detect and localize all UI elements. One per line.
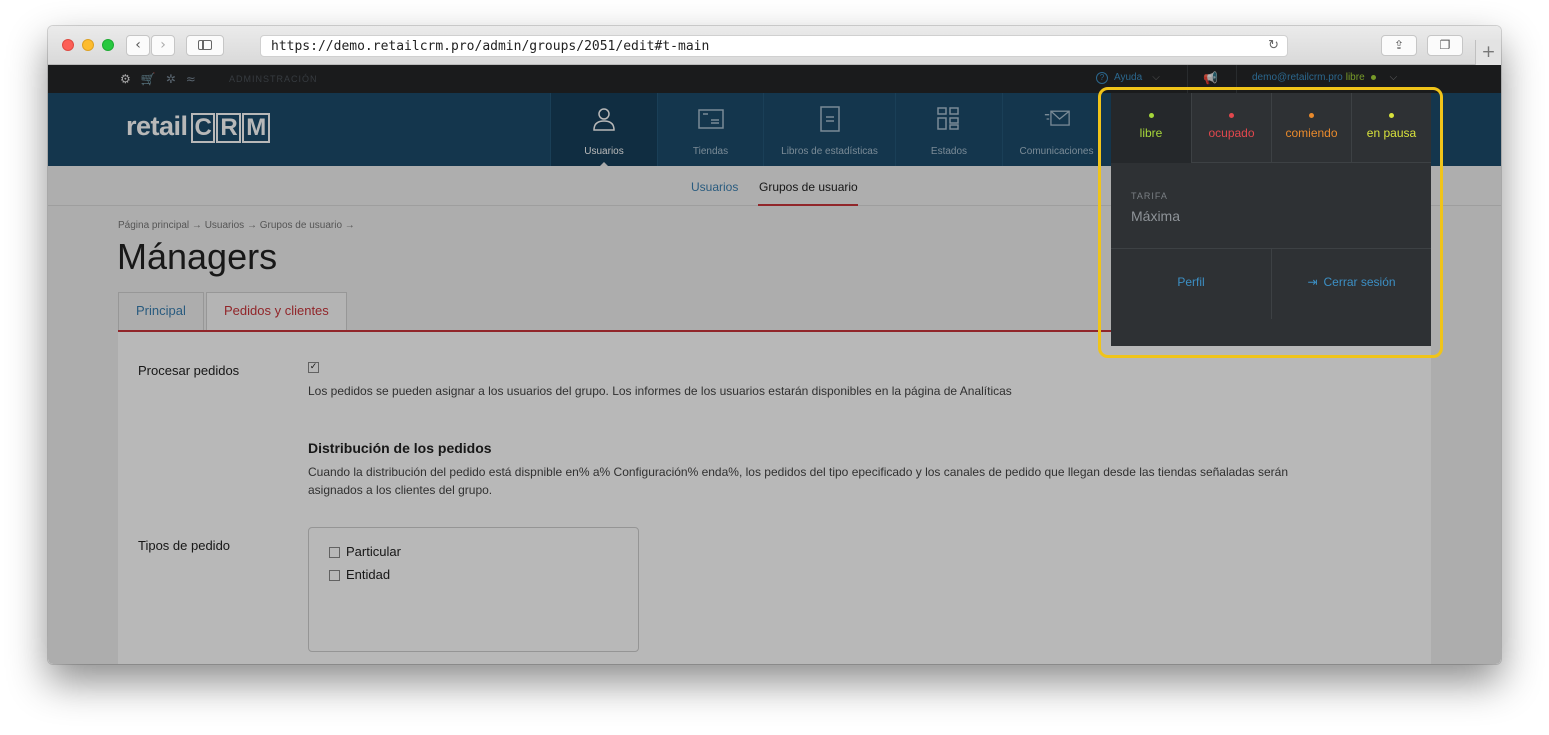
sidebar-icon (198, 40, 212, 50)
browser-toolbar: ‹ › https://demo.retailcrm.pro/admin/gro… (48, 26, 1501, 65)
new-tab-button[interactable]: + (1475, 40, 1501, 65)
close-window-button[interactable] (62, 39, 74, 51)
url-text: https://demo.retailcrm.pro/admin/groups/… (271, 39, 710, 54)
app-viewport: ⚙ 🛒 ✲ ≈ ADMINSTRACIÓN ? Ayuda ⌵ 📢 demo@ret… (48, 65, 1501, 664)
back-button[interactable]: ‹ (126, 35, 150, 56)
browser-window: ‹ › https://demo.retailcrm.pro/admin/gro… (48, 26, 1501, 664)
highlight-frame (1098, 87, 1443, 358)
zoom-window-button[interactable] (102, 39, 114, 51)
share-icon: ⇪ (1393, 38, 1405, 52)
show-tabs-button[interactable]: ❐ (1427, 35, 1463, 56)
share-button[interactable]: ⇪ (1381, 35, 1417, 56)
plus-icon: + (1481, 42, 1496, 62)
sidebar-toggle-button[interactable] (186, 35, 224, 56)
chevron-right-icon: › (160, 37, 166, 53)
forward-button[interactable]: › (151, 35, 175, 56)
address-bar[interactable]: https://demo.retailcrm.pro/admin/groups/… (260, 35, 1288, 57)
chevron-left-icon: ‹ (135, 37, 141, 53)
tabs-icon: ❐ (1439, 38, 1451, 52)
reload-icon[interactable]: ↻ (1268, 38, 1279, 53)
minimize-window-button[interactable] (82, 39, 94, 51)
